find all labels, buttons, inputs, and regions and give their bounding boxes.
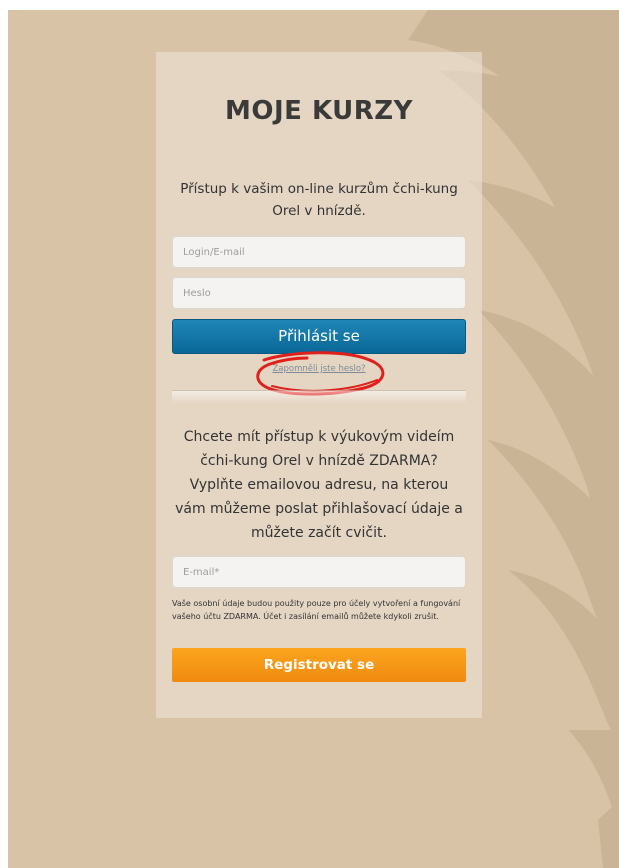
login-card: MOJE KURZY Přístup k vašim on-line kurzů… (156, 52, 482, 718)
page-background: MOJE KURZY Přístup k vašim on-line kurzů… (8, 10, 619, 868)
section-divider (172, 390, 466, 403)
email-field[interactable] (172, 556, 466, 588)
register-button[interactable]: Registrovat se (172, 648, 466, 682)
login-field[interactable] (172, 236, 466, 268)
privacy-notice: Vaše osobní údaje budou použity pouze pr… (172, 599, 461, 621)
subtitle: Přístup k vašim on-line kurzům čchi-kung… (180, 181, 458, 219)
page-title: MOJE KURZY (225, 96, 413, 126)
password-field[interactable] (172, 277, 466, 309)
register-intro: Chcete mít přístup k výukovým videím čch… (175, 429, 463, 541)
login-button[interactable]: Přihlásit se (172, 319, 466, 354)
